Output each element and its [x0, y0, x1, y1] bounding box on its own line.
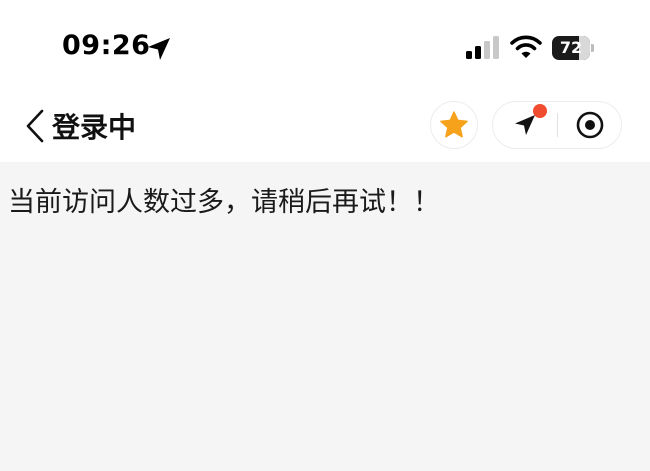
cellular-signal-icon	[466, 36, 499, 59]
capsule-menu	[492, 101, 622, 149]
star-icon	[440, 111, 468, 138]
location-arrow-icon	[148, 38, 170, 60]
battery-icon: 72	[552, 36, 594, 60]
notification-dot	[533, 104, 547, 118]
close-miniprogram-button[interactable]	[558, 102, 622, 148]
battery-body: 72	[552, 36, 590, 60]
page-title: 登录中	[52, 111, 137, 144]
status-bar: 09:26 72	[0, 0, 650, 96]
chevron-left-icon	[26, 109, 44, 143]
nav-bar: 登录中	[0, 96, 650, 162]
location-button[interactable]	[493, 102, 557, 148]
wifi-icon	[510, 35, 542, 58]
top-area: 09:26 72 登录中	[0, 0, 650, 162]
back-button[interactable]: 登录中	[24, 106, 136, 146]
favorite-button[interactable]	[430, 101, 478, 149]
battery-tip	[591, 44, 594, 52]
content-area: 当前访问人数过多，请稍后再试！！	[0, 162, 650, 471]
target-icon	[576, 111, 604, 139]
status-time: 09:26	[62, 30, 151, 61]
battery-level: 72	[559, 38, 583, 57]
error-message: 当前访问人数过多，请稍后再试！！	[8, 187, 440, 218]
